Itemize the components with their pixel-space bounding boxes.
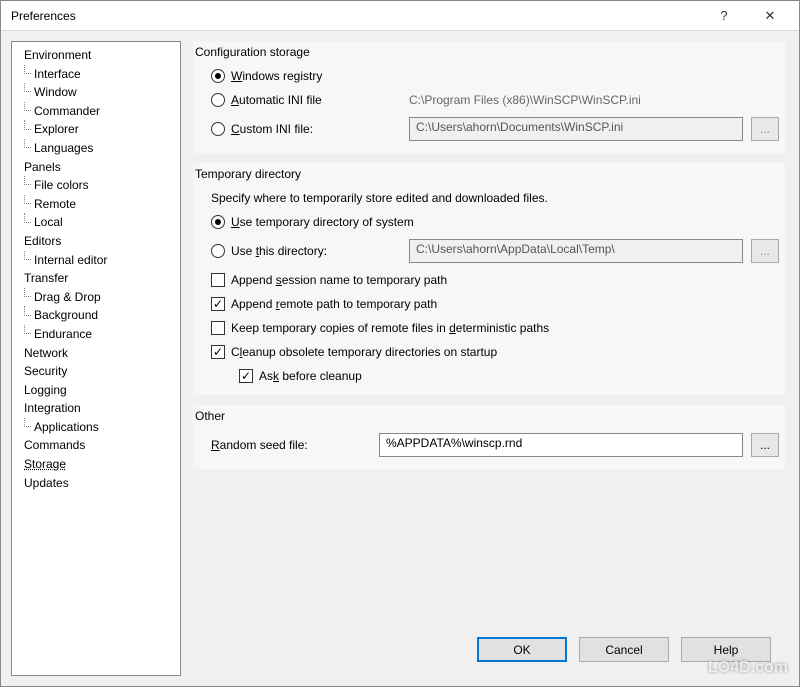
temp-custom-browse-button[interactable]: ... bbox=[751, 239, 779, 263]
tree-item-commands[interactable]: Commands bbox=[16, 436, 180, 455]
tree-item-endurance[interactable]: Endurance bbox=[16, 325, 180, 344]
checkbox-icon: ✓ bbox=[211, 321, 225, 335]
cb-append-session[interactable]: ✓ Append session name to temporary path bbox=[211, 273, 779, 287]
tree-item-remote[interactable]: Remote bbox=[16, 195, 180, 214]
temp-dir-group: Temporary directory Specify where to tem… bbox=[193, 163, 785, 395]
tree-item-languages[interactable]: Languages bbox=[16, 139, 180, 158]
tree-item-updates[interactable]: Updates bbox=[16, 474, 180, 493]
temp-custom-input[interactable]: C:\Users\ahorn\AppData\Local\Temp\ bbox=[409, 239, 743, 263]
checkbox-icon: ✓ bbox=[239, 369, 253, 383]
config-storage-title: Configuration storage bbox=[193, 41, 785, 67]
tree-item-panels[interactable]: Panels bbox=[16, 158, 180, 177]
cb-keep-copies[interactable]: ✓ Keep temporary copies of remote files … bbox=[211, 321, 779, 335]
content-pane: Configuration storage Windows registry A… bbox=[193, 41, 789, 676]
radio-temp-custom[interactable]: Use this directory: bbox=[211, 244, 401, 258]
help-icon[interactable]: ? bbox=[701, 1, 747, 31]
cb-ask-cleanup[interactable]: ✓ Ask before cleanup bbox=[239, 369, 779, 383]
tree-item-applications[interactable]: Applications bbox=[16, 418, 180, 437]
radio-label: Use this directory: bbox=[231, 244, 327, 258]
other-group: Other Random seed file: %APPDATA%\winscp… bbox=[193, 405, 785, 469]
checkbox-icon: ✓ bbox=[211, 273, 225, 287]
dialog-buttons: OK Cancel Help bbox=[193, 627, 785, 676]
checkbox-label: Append session name to temporary path bbox=[231, 273, 447, 287]
tree-item-network[interactable]: Network bbox=[16, 344, 180, 363]
radio-icon bbox=[211, 69, 225, 83]
tree-item-transfer[interactable]: Transfer bbox=[16, 269, 180, 288]
tree-item-local[interactable]: Local bbox=[16, 213, 180, 232]
radio-icon bbox=[211, 244, 225, 258]
tree-item-commander[interactable]: Commander bbox=[16, 102, 180, 121]
other-title: Other bbox=[193, 405, 785, 431]
seed-input[interactable]: %APPDATA%\winscp.rnd bbox=[379, 433, 743, 457]
radio-icon bbox=[211, 93, 225, 107]
tree-item-internal-editor[interactable]: Internal editor bbox=[16, 251, 180, 270]
temp-dir-desc: Specify where to temporarily store edite… bbox=[211, 191, 779, 205]
cb-append-remote[interactable]: ✓ Append remote path to temporary path bbox=[211, 297, 779, 311]
seed-label: Random seed file: bbox=[211, 438, 371, 452]
tree-item-editors[interactable]: Editors bbox=[16, 232, 180, 251]
preferences-dialog: Preferences ? ✕ EnvironmentInterfaceWind… bbox=[0, 0, 800, 687]
radio-icon bbox=[211, 215, 225, 229]
config-storage-group: Configuration storage Windows registry A… bbox=[193, 41, 785, 153]
dialog-body: EnvironmentInterfaceWindowCommanderExplo… bbox=[1, 31, 799, 686]
titlebar: Preferences ? ✕ bbox=[1, 1, 799, 31]
checkbox-label: Ask before cleanup bbox=[259, 369, 362, 383]
checkbox-label: Cleanup obsolete temporary directories o… bbox=[231, 345, 497, 359]
cancel-button[interactable]: Cancel bbox=[579, 637, 669, 662]
custom-ini-browse-button[interactable]: ... bbox=[751, 117, 779, 141]
tree-item-integration[interactable]: Integration bbox=[16, 399, 180, 418]
checkbox-icon: ✓ bbox=[211, 345, 225, 359]
help-button[interactable]: Help bbox=[681, 637, 771, 662]
radio-label: Use temporary directory of system bbox=[231, 215, 414, 229]
temp-dir-title: Temporary directory bbox=[193, 163, 785, 189]
radio-label: Automatic INI file bbox=[231, 93, 322, 107]
window-title: Preferences bbox=[11, 9, 701, 23]
radio-label: Windows registry bbox=[231, 69, 322, 83]
radio-custom-ini[interactable]: Custom INI file: bbox=[211, 122, 401, 136]
tree-item-window[interactable]: Window bbox=[16, 83, 180, 102]
tree-item-file-colors[interactable]: File colors bbox=[16, 176, 180, 195]
auto-ini-path: C:\Program Files (x86)\WinSCP\WinSCP.ini bbox=[409, 93, 779, 107]
tree-item-environment[interactable]: Environment bbox=[16, 46, 180, 65]
radio-temp-system[interactable]: Use temporary directory of system bbox=[211, 215, 414, 229]
nav-tree[interactable]: EnvironmentInterfaceWindowCommanderExplo… bbox=[11, 41, 181, 676]
checkbox-icon: ✓ bbox=[211, 297, 225, 311]
radio-windows-registry[interactable]: Windows registry bbox=[211, 69, 401, 83]
seed-browse-button[interactable]: ... bbox=[751, 433, 779, 457]
tree-item-explorer[interactable]: Explorer bbox=[16, 120, 180, 139]
custom-ini-input[interactable]: C:\Users\ahorn\Documents\WinSCP.ini bbox=[409, 117, 743, 141]
cb-cleanup[interactable]: ✓ Cleanup obsolete temporary directories… bbox=[211, 345, 779, 359]
tree-item-drag-drop[interactable]: Drag & Drop bbox=[16, 288, 180, 307]
radio-auto-ini[interactable]: Automatic INI file bbox=[211, 93, 401, 107]
tree-item-security[interactable]: Security bbox=[16, 362, 180, 381]
checkbox-label: Keep temporary copies of remote files in… bbox=[231, 321, 549, 335]
radio-icon bbox=[211, 122, 225, 136]
checkbox-label: Append remote path to temporary path bbox=[231, 297, 437, 311]
close-icon[interactable]: ✕ bbox=[747, 1, 793, 31]
tree-item-interface[interactable]: Interface bbox=[16, 65, 180, 84]
tree-item-logging[interactable]: Logging bbox=[16, 381, 180, 400]
ok-button[interactable]: OK bbox=[477, 637, 567, 662]
tree-item-background[interactable]: Background bbox=[16, 306, 180, 325]
radio-label: Custom INI file: bbox=[231, 122, 313, 136]
tree-item-storage[interactable]: Storage bbox=[16, 455, 180, 474]
